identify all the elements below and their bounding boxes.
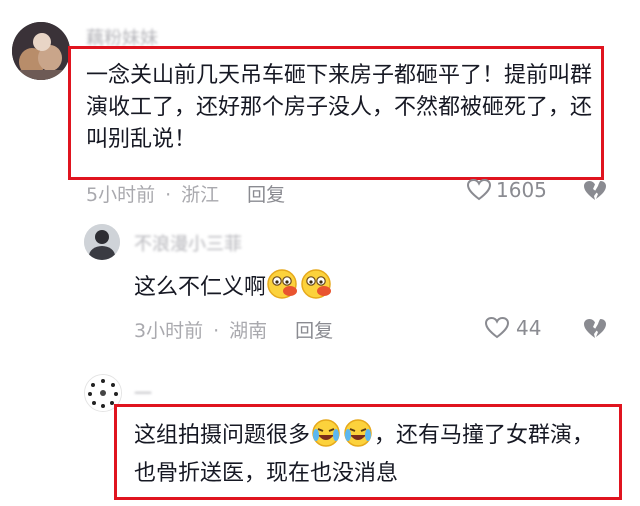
comment-time: 5小时前	[86, 184, 156, 206]
laughing-crying-face-icon	[310, 418, 342, 458]
comment-location: 浙江	[181, 184, 220, 206]
comment-text: 这么不仁义啊	[134, 275, 267, 300]
disappointed-face-icon	[300, 268, 334, 310]
comment-text: 一念关山前几天吊车砸下来房子都砸平了！提前叫群演收工了，还好那个房子没人，不然都…	[86, 63, 593, 152]
like-button[interactable]: 1605	[466, 178, 547, 202]
comment-meta: 3小时前 · 湖南 回复	[134, 316, 333, 343]
meta-separator: ·	[165, 184, 172, 206]
comment-text-row: 这组拍摄问题很多 ，还有马撞了女群演，也骨折送医，现在也没消息	[134, 418, 610, 490]
reply-button[interactable]: 回复	[295, 320, 333, 342]
broken-heart-icon	[584, 181, 606, 200]
comment-time: 3小时前	[134, 320, 204, 342]
avatar[interactable]	[84, 224, 120, 260]
avatar-image	[84, 224, 120, 260]
disappointed-face-icon	[266, 268, 300, 310]
like-count: 1605	[496, 178, 547, 202]
like-count: 44	[516, 316, 542, 340]
like-button[interactable]: 44	[484, 316, 541, 340]
comment-username[interactable]: 一	[134, 380, 152, 406]
heart-icon	[484, 316, 510, 339]
dislike-button[interactable]	[582, 179, 608, 207]
laughing-crying-face-icon	[342, 418, 374, 458]
avatar-image	[12, 22, 70, 80]
dislike-button[interactable]	[582, 317, 608, 345]
comment-location: 湖南	[229, 320, 268, 342]
heart-icon	[466, 178, 492, 201]
avatar[interactable]	[12, 22, 70, 80]
comment-text-row: 这么不仁义啊	[134, 268, 334, 310]
comment-username[interactable]: 不浪漫小三菲	[134, 230, 242, 256]
comment-text: 这组拍摄问题很多	[134, 423, 311, 448]
meta-separator: ·	[213, 320, 220, 342]
reply-button[interactable]: 回复	[247, 184, 285, 206]
broken-heart-icon	[584, 319, 606, 338]
comment-meta: 5小时前 · 浙江 回复	[86, 180, 285, 207]
